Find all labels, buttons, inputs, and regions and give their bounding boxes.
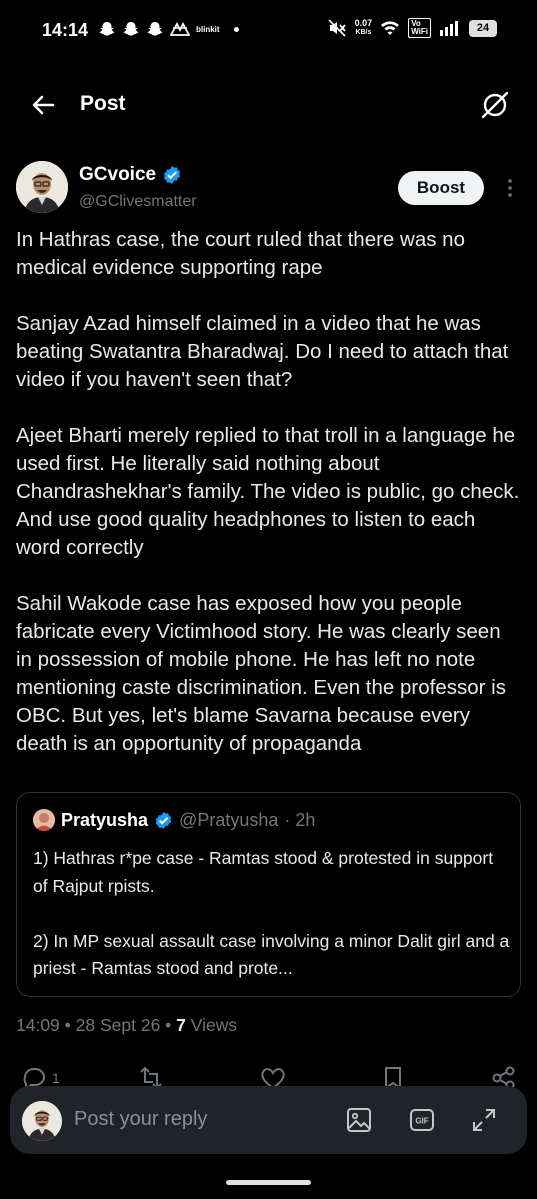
notification-icons: blinkit: [98, 20, 239, 38]
quote-text: 1) Hathras r*pe case - Ramtas stood & pr…: [33, 845, 511, 983]
post-text: In Hathras case, the court ruled that th…: [16, 226, 521, 786]
signal-icon: [440, 21, 458, 36]
avatar-image-icon: [16, 161, 68, 213]
snapchat-icon: [123, 22, 139, 36]
mute-icon: [328, 19, 346, 37]
quote-time: · 2h: [284, 809, 316, 830]
reply-action[interactable]: 1: [20, 1064, 60, 1088]
post-header: Post: [0, 78, 537, 132]
blinkit-label: blinkit: [196, 24, 220, 34]
battery-icon: 24: [469, 19, 497, 37]
status-time: 14:14: [42, 20, 89, 40]
system-icons: 0.07 KB/s Vo WiFi 24: [327, 18, 497, 38]
more-vertical-icon: [508, 179, 512, 197]
post-actions: 1: [16, 1062, 521, 1088]
reply-count: 1: [52, 1070, 60, 1086]
page-title: Post: [80, 92, 126, 115]
add-image-button[interactable]: [345, 1106, 373, 1134]
views-count[interactable]: 7: [176, 1015, 186, 1035]
bookmark-action[interactable]: [380, 1064, 406, 1088]
expand-composer-button[interactable]: [470, 1106, 498, 1134]
gif-icon: GIF: [410, 1109, 434, 1131]
boost-button[interactable]: Boost: [398, 171, 484, 205]
more-options-button[interactable]: [502, 175, 518, 201]
reply-composer[interactable]: Post your reply GIF: [10, 1086, 527, 1154]
quote-header: Pratyusha @Pratyusha · 2h: [33, 809, 315, 831]
post-author: GCvoice @GClivesmatter Boost: [16, 161, 521, 217]
more-notifications-dot-icon: [233, 26, 239, 32]
quote-author-name: Pratyusha: [61, 809, 149, 830]
post-paragraph: Ajeet Bharti merely replied to that trol…: [16, 424, 520, 559]
snapchat-icon: [147, 22, 163, 36]
back-button[interactable]: [28, 90, 58, 120]
quote-paragraph: 1) Hathras r*pe case - Ramtas stood & pr…: [33, 848, 494, 896]
quote-avatar-image-icon: [33, 809, 55, 831]
quote-avatar: [33, 809, 55, 831]
avatar[interactable]: [16, 161, 68, 213]
like-action[interactable]: [258, 1064, 288, 1088]
wifi-icon: [381, 21, 400, 35]
repost-icon: [140, 1066, 162, 1088]
image-icon: [347, 1108, 371, 1132]
vowifi-icon: Vo WiFi: [408, 18, 431, 38]
net-speed: 0.07 KB/s: [354, 18, 373, 37]
home-indicator[interactable]: [226, 1180, 311, 1185]
repost-action[interactable]: [136, 1064, 166, 1088]
verified-badge-icon: [163, 166, 181, 184]
share-icon: [492, 1066, 515, 1088]
reply-input[interactable]: Post your reply: [74, 1108, 207, 1131]
quote-paragraph: 2) In MP sexual assault case involving a…: [33, 930, 510, 979]
tata-icon: [170, 22, 190, 36]
views-label: Views: [185, 1015, 238, 1035]
avatar-image-icon: [22, 1101, 62, 1141]
post-meta: 14:09 • 28 Sept 26 • 7 Views: [16, 1015, 237, 1036]
post-paragraph: Sahil Wakode case has exposed how you pe…: [16, 592, 506, 755]
post-paragraph: In Hathras case, the court ruled that th…: [16, 228, 465, 279]
author-handle: @GClivesmatter: [79, 193, 197, 210]
quoted-post[interactable]: Pratyusha @Pratyusha · 2h 1) Hathras r*p…: [16, 792, 521, 997]
add-gif-button[interactable]: GIF: [408, 1106, 436, 1134]
snapchat-icon: [99, 22, 115, 36]
post-timestamp: 14:09 • 28 Sept 26 •: [16, 1015, 177, 1035]
avatar: [22, 1101, 62, 1141]
heart-icon: [261, 1068, 285, 1088]
arrow-left-icon: [32, 95, 55, 115]
status-bar: 14:14 blinkit 0.07 KB/s Vo WiFi 24: [0, 0, 537, 62]
svg-text:GIF: GIF: [415, 1117, 428, 1126]
expand-icon: [473, 1109, 495, 1131]
share-action[interactable]: [490, 1064, 518, 1088]
quote-author-handle: @Pratyusha: [179, 809, 279, 830]
post-paragraph: Sanjay Azad himself claimed in a video t…: [16, 312, 509, 391]
bookmark-icon: [385, 1067, 401, 1088]
verified-badge-icon: [155, 811, 172, 829]
grok-button[interactable]: [479, 89, 511, 121]
author-name: GCvoice: [79, 164, 157, 185]
reply-icon: [23, 1068, 45, 1088]
grok-icon: [481, 91, 509, 119]
author-name-row[interactable]: GCvoice: [79, 164, 182, 186]
